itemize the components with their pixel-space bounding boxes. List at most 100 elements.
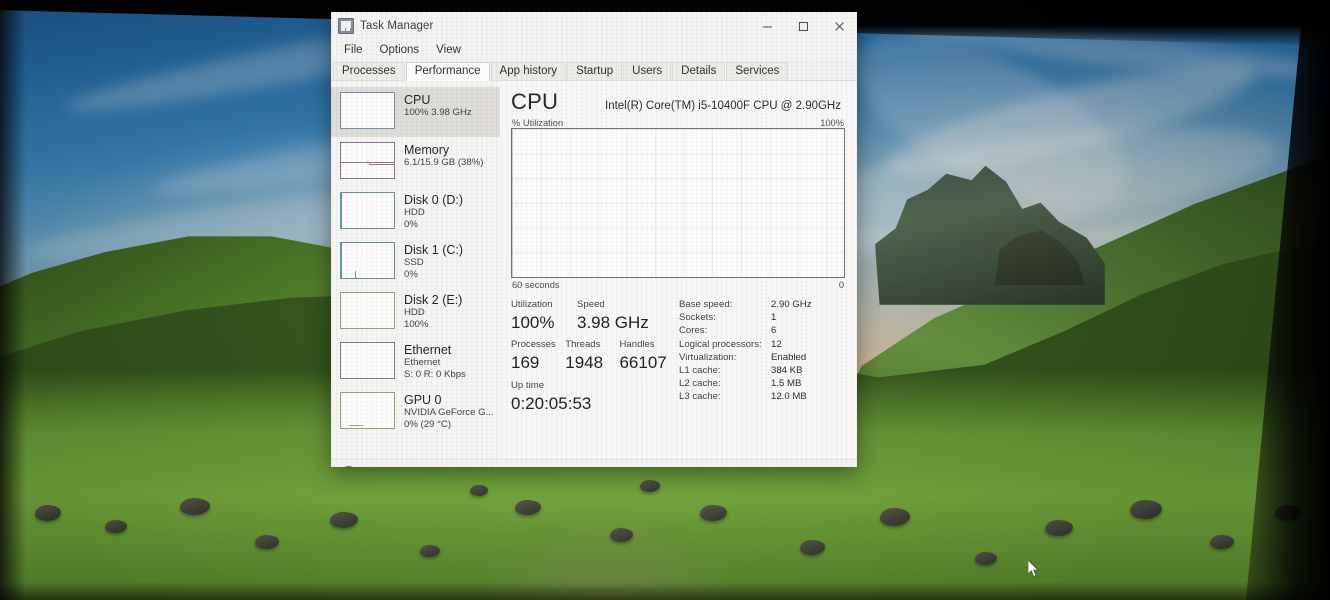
chevron-up-icon[interactable]: ▲ — [340, 465, 357, 467]
sidebar-item-gpu-0[interactable]: GPU 0 NVIDIA GeForce G... 0% (29 °C) — [331, 387, 500, 437]
tab-processes[interactable]: Processes — [333, 62, 405, 81]
graph-left-edge-line — [512, 129, 513, 277]
sidebar-item-sub: NVIDIA GeForce G... — [404, 407, 494, 418]
menu-file[interactable]: File — [337, 43, 370, 57]
spec-value: 6 — [771, 325, 777, 337]
graph-y-max-label: 100% — [820, 118, 844, 128]
monitor-bezel-bottom — [0, 582, 1330, 600]
spec-row: L1 cache: 384 KB — [679, 364, 845, 377]
threads-label: Threads — [565, 339, 601, 350]
sidebar-item-label: Disk 2 (E:) — [404, 293, 463, 307]
cpu-detail-panel: CPU Intel(R) Core(TM) i5-10400F CPU @ 2.… — [500, 81, 857, 459]
sidebar-item-label: CPU — [404, 93, 431, 107]
spec-row: Base speed: 2.90 GHz — [679, 298, 845, 311]
status-bar: ▲ Fewer details | Open Resource Monitor — [331, 459, 857, 467]
sidebar-item-sub: HDD — [404, 207, 425, 218]
maximize-button[interactable] — [785, 12, 821, 40]
close-button[interactable] — [821, 12, 857, 40]
tab-users[interactable]: Users — [623, 62, 672, 81]
disk1-thumbnail-graph — [340, 242, 395, 279]
graph-y-axis-label: % Utilization — [512, 118, 564, 128]
graph-gridlines — [512, 129, 844, 277]
spec-row: Logical processors: 12 — [679, 338, 845, 351]
spec-row: Virtualization: Enabled — [679, 351, 845, 364]
spec-key: Sockets: — [679, 312, 716, 324]
minimize-button[interactable] — [749, 12, 785, 40]
sidebar-item-sub: SSD — [404, 257, 424, 268]
graph-bottom-axis: 60 seconds 0 — [511, 280, 845, 290]
sidebar-item-label: Disk 1 (C:) — [404, 243, 464, 257]
menu-view[interactable]: View — [429, 43, 468, 57]
cpu-thumbnail-graph — [340, 92, 395, 129]
stat-row-labels-1: Utilization Speed — [511, 298, 677, 311]
sidebar-item-label: Ethernet — [404, 343, 452, 357]
sidebar-item-sub2: 0% — [404, 219, 418, 230]
sidebar-item-sub: Ethernet — [404, 357, 441, 368]
sidebar-item-sub: 100% 3.98 GHz — [404, 107, 472, 118]
stat-row-labels-2: Processes Threads Handles — [511, 338, 677, 351]
window-title: Task Manager — [360, 20, 434, 32]
memory-thumbnail-graph — [340, 142, 395, 179]
spec-value: 1 — [771, 312, 777, 324]
handles-label: Handles — [619, 339, 655, 350]
resource-list-sidebar[interactable]: CPU 100% 3.98 GHz Memory 6.1/15.9 GB (38… — [331, 81, 500, 459]
spec-value: 2.90 GHz — [771, 299, 812, 310]
tab-startup[interactable]: Startup — [567, 62, 623, 81]
uptime-value: 0:20:05:53 — [511, 394, 592, 413]
threads-value: 1948 — [565, 353, 604, 372]
sidebar-item-sub2: S: 0 R: 0 Kbps — [404, 369, 466, 380]
cpu-stats: Utilization Speed 100% 3.98 GHz Processe… — [511, 298, 845, 415]
processes-value: 169 — [511, 353, 540, 372]
menu-bar: File Options View — [331, 40, 857, 59]
window-titlebar[interactable]: Task Manager — [331, 12, 857, 40]
sidebar-item-disk-2[interactable]: Disk 2 (E:) HDD 100% — [331, 287, 500, 337]
task-manager-window[interactable]: Task Manager File Options View Processes… — [331, 12, 857, 467]
sidebar-item-sub2: 0% (29 °C) — [404, 419, 452, 430]
spec-value: 384 KB — [771, 365, 803, 377]
tab-services[interactable]: Services — [726, 62, 789, 81]
task-manager-icon — [338, 18, 354, 34]
spec-value: Enabled — [771, 351, 807, 363]
sidebar-item-memory[interactable]: Memory 6.1/15.9 GB (38%) — [331, 137, 500, 187]
mouse-cursor — [1028, 560, 1039, 577]
spec-row: Cores: 6 — [679, 324, 845, 337]
sidebar-item-ethernet[interactable]: Ethernet Ethernet S: 0 R: 0 Kbps — [331, 337, 500, 387]
tab-app-history[interactable]: App history — [490, 62, 567, 81]
processes-label: Processes — [511, 339, 556, 350]
sidebar-item-label: GPU 0 — [404, 393, 442, 407]
spec-key: L1 cache: — [679, 365, 721, 377]
graph-top-axis: % Utilization 100% — [511, 118, 845, 128]
spec-row: L3 cache: 12.0 MB — [679, 390, 845, 403]
tab-details[interactable]: Details — [672, 62, 726, 81]
disk0-thumbnail-graph — [340, 192, 395, 229]
spec-value: 12.0 MB — [771, 391, 807, 403]
tab-strip: Processes Performance App history Startu… — [331, 59, 857, 81]
uptime-label: Up time — [511, 380, 545, 391]
utilization-value: 100% — [511, 313, 555, 332]
cpu-model-name: Intel(R) Core(TM) i5-10400F CPU @ 2.90GH… — [605, 100, 841, 112]
spec-key: Logical processors: — [679, 338, 762, 350]
menu-options[interactable]: Options — [373, 43, 427, 57]
stat-row-values-1: 100% 3.98 GHz — [511, 311, 677, 334]
sidebar-item-sub2: 0% — [404, 269, 418, 280]
graph-x-right-label: 0 — [838, 280, 844, 290]
sidebar-item-sub: HDD — [404, 307, 425, 318]
sidebar-item-disk-0[interactable]: Disk 0 (D:) HDD 0% — [331, 187, 500, 237]
spec-value: 1.5 MB — [771, 378, 802, 390]
sidebar-item-disk-1[interactable]: Disk 1 (C:) SSD 0% — [331, 237, 500, 287]
tab-performance[interactable]: Performance — [405, 62, 490, 81]
spec-key: Cores: — [679, 325, 708, 337]
monitor-bezel-left — [0, 0, 26, 600]
sidebar-item-cpu[interactable]: CPU 100% 3.98 GHz — [331, 87, 500, 137]
window-controls — [749, 12, 857, 40]
speed-label: Speed — [577, 299, 605, 310]
resource-monitor-icon — [450, 466, 466, 467]
stat-row-values-2: 169 1948 66107 — [511, 351, 677, 374]
page-title: CPU — [511, 89, 559, 114]
sidebar-item-sub: 6.1/15.9 GB (38%) — [404, 157, 484, 168]
cpu-utilization-graph[interactable] — [511, 128, 845, 278]
sidebar-item-label: Memory — [404, 143, 450, 157]
spec-row: Sockets: 1 — [679, 311, 845, 324]
sidebar-item-label: Disk 0 (D:) — [404, 193, 464, 207]
spec-key: L2 cache: — [679, 378, 721, 390]
